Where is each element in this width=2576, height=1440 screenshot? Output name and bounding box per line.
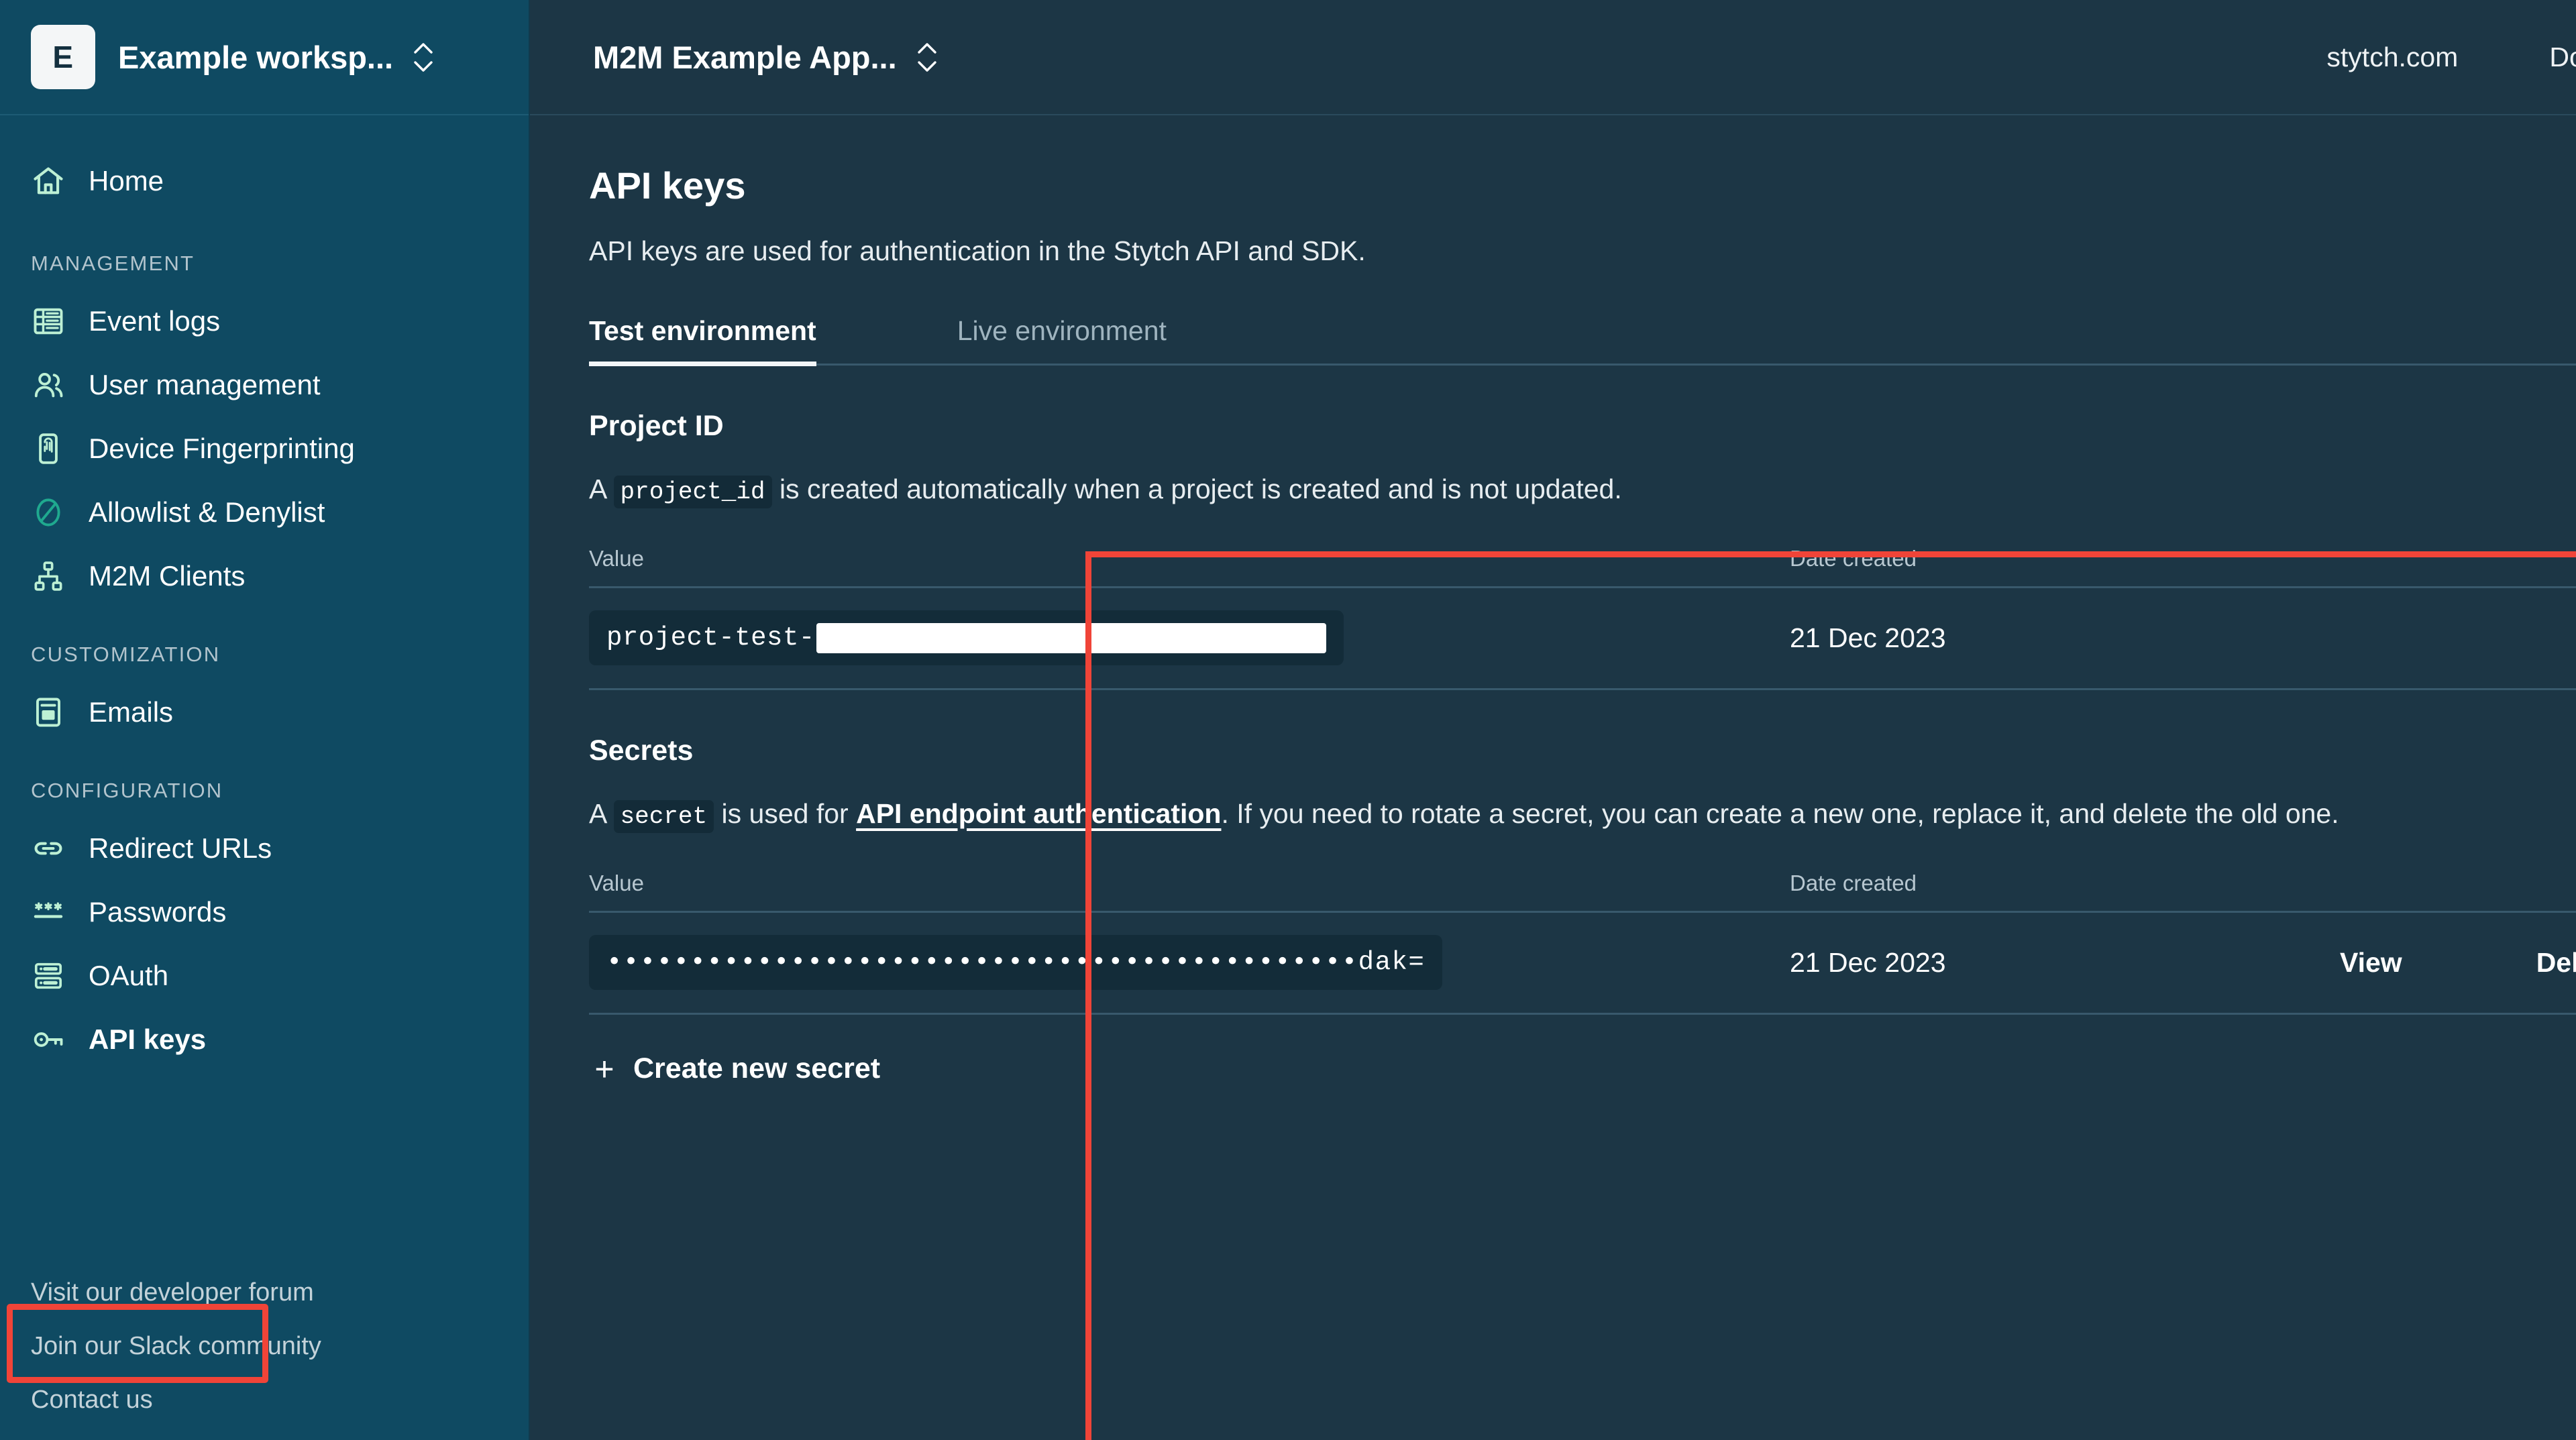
secret-date-cell: 21 Dec 2023 — [1790, 946, 1946, 978]
sidebar-item-allowlist-denylist[interactable]: Allowlist & Denylist — [0, 480, 529, 544]
sidebar-item-device-fingerprinting[interactable]: Device Fingerprinting — [0, 417, 529, 480]
email-template-icon — [31, 695, 66, 730]
column-header-value: Value — [589, 545, 644, 571]
secret-masked-value-chip[interactable]: ••••••••••••••••••••••••••••••••••••••••… — [589, 935, 1443, 991]
stytch-dot-com-link[interactable]: stytch.com — [2326, 42, 2458, 73]
sidebar-item-event-logs[interactable]: Event logs — [0, 289, 529, 353]
sidebar-item-api-keys[interactable]: API keys — [0, 1007, 529, 1071]
delete-secret-button[interactable]: Delete — [2536, 947, 2576, 979]
server-stack-icon — [31, 958, 66, 993]
table-header-row: Value Date created — [589, 546, 2576, 588]
secret-value-cell: ••••••••••••••••••••••••••••••••••••••••… — [589, 935, 1790, 991]
project-id-description: A project_id is created automatically wh… — [589, 468, 2414, 511]
block-circle-icon — [31, 495, 66, 530]
sidebar-item-oauth[interactable]: OAuth — [0, 944, 529, 1007]
sidebar-item-label: Device Fingerprinting — [89, 432, 355, 464]
secrets-section: Secrets A secret is used for API endpoin… — [589, 690, 2576, 1086]
plus-icon: + — [594, 1050, 614, 1088]
project-id-code: project_id — [613, 476, 772, 508]
project-id-section: Project ID A project_id is created autom… — [589, 366, 2576, 690]
workspace-avatar: E — [31, 25, 95, 89]
api-endpoint-authentication-link[interactable]: API endpoint authentication — [856, 798, 1221, 829]
sidebar-item-home[interactable]: Home — [0, 149, 529, 213]
sidebar-item-label: M2M Clients — [89, 559, 246, 592]
project-id-value-chip[interactable]: project-test- — [589, 610, 1344, 666]
sidebar-item-label: Home — [89, 164, 164, 197]
workspace-switcher[interactable]: E Example worksp... — [0, 0, 529, 115]
phone-fingerprint-icon — [31, 431, 66, 466]
app-root: E Example worksp... Home MANAGEMENT Even… — [0, 0, 2576, 1440]
column-header-date-created: Date created — [1790, 870, 1917, 895]
redaction-bar — [816, 622, 1326, 653]
create-new-secret-button[interactable]: + Create new secret — [589, 1052, 2576, 1086]
project-id-value-cell: project-test- — [589, 610, 1790, 666]
sidebar-item-label: OAuth — [89, 959, 169, 991]
secret-actions-cell: View Delete — [2206, 947, 2576, 979]
table-row: project-test- 21 Dec 2023 — [589, 588, 2576, 690]
secrets-description: A secret is used for API endpoint authen… — [589, 793, 2414, 836]
sidebar-item-emails[interactable]: Emails — [0, 680, 529, 744]
page-subtitle: API keys are used for authentication in … — [589, 235, 1366, 266]
project-id-date-cell: 21 Dec 2023 — [1790, 622, 1946, 653]
sidebar-item-label: Passwords — [89, 895, 227, 928]
sidebar-item-label: Event logs — [89, 304, 221, 337]
docs-link[interactable]: Docs — [2549, 42, 2576, 73]
column-header-value: Value — [589, 870, 644, 895]
secret-code: secret — [613, 799, 714, 833]
list-table-icon — [31, 304, 66, 339]
sidebar-group-customization: CUSTOMIZATION — [31, 643, 221, 666]
tab-live-environment[interactable]: Live environment — [957, 315, 1167, 366]
sidebar-item-label: API keys — [89, 1023, 207, 1055]
project-switcher-up-down-chevrons-icon[interactable] — [917, 42, 937, 72]
sidebar-nav: Home MANAGEMENT Event logs User manageme… — [0, 115, 529, 1383]
home-icon — [31, 164, 66, 199]
sidebar-item-label: User management — [89, 368, 321, 400]
workspace-name: Example worksp... — [118, 39, 394, 75]
sidebar-item-label: Redirect URLs — [89, 832, 272, 864]
contact-us-link[interactable]: Contact us — [31, 1373, 498, 1427]
sidebar: E Example worksp... Home MANAGEMENT Even… — [0, 0, 530, 1440]
asterisks-icon — [31, 895, 66, 930]
users-icon — [31, 368, 66, 402]
create-new-secret-label: Create new secret — [633, 1052, 881, 1085]
page-title: API keys — [589, 164, 746, 207]
project-name: M2M Example App... — [593, 39, 897, 75]
desc-suffix: . If you need to rotate a secret, you ca… — [1221, 797, 2339, 829]
view-secret-button[interactable]: View — [2340, 947, 2402, 979]
environment-tabs: Test environment Live environment — [589, 315, 2576, 366]
key-icon — [31, 1022, 66, 1057]
topbar: M2M Example App... stytch.com Docs — [530, 0, 2576, 115]
secrets-title: Secrets — [589, 734, 694, 767]
sidebar-item-passwords[interactable]: Passwords — [0, 880, 529, 944]
sidebar-item-label: Allowlist & Denylist — [89, 496, 325, 528]
link-icon — [31, 831, 66, 866]
table-row: ••••••••••••••••••••••••••••••••••••••••… — [589, 913, 2576, 1015]
desc-suffix: is created automatically when a project … — [779, 474, 1622, 504]
up-down-chevrons-icon[interactable] — [413, 42, 433, 72]
project-id-value-prefix: project-test- — [606, 623, 815, 653]
sitemap-icon — [31, 559, 66, 594]
desc-mid: is used for — [721, 797, 849, 829]
sidebar-group-configuration: CONFIGURATION — [31, 779, 223, 802]
developer-forum-link[interactable]: Visit our developer forum — [31, 1266, 498, 1319]
sidebar-footer: Visit our developer forum Join our Slack… — [0, 1266, 529, 1440]
sidebar-group-management: MANAGEMENT — [31, 252, 195, 275]
sidebar-item-redirect-urls[interactable]: Redirect URLs — [0, 816, 529, 880]
tab-test-environment[interactable]: Test environment — [589, 315, 816, 366]
desc-prefix: A — [589, 474, 606, 504]
table-header-row: Value Date created — [589, 871, 2576, 913]
slack-community-link[interactable]: Join our Slack community — [31, 1319, 498, 1373]
main-area: M2M Example App... stytch.com Docs API k… — [530, 0, 2576, 1440]
sidebar-item-m2m-clients[interactable]: M2M Clients — [0, 544, 529, 608]
project-id-table: Value Date created project-test- 21 Dec … — [589, 546, 2576, 690]
page-content: API keys API keys are used for authentic… — [530, 115, 2576, 1440]
secrets-table: Value Date created •••••••••••••••••••••… — [589, 871, 2576, 1015]
sidebar-item-user-management[interactable]: User management — [0, 353, 529, 417]
desc-prefix: A — [589, 797, 606, 829]
project-id-title: Project ID — [589, 410, 724, 442]
sidebar-item-label: Emails — [89, 696, 174, 728]
column-header-date-created: Date created — [1790, 545, 1917, 571]
